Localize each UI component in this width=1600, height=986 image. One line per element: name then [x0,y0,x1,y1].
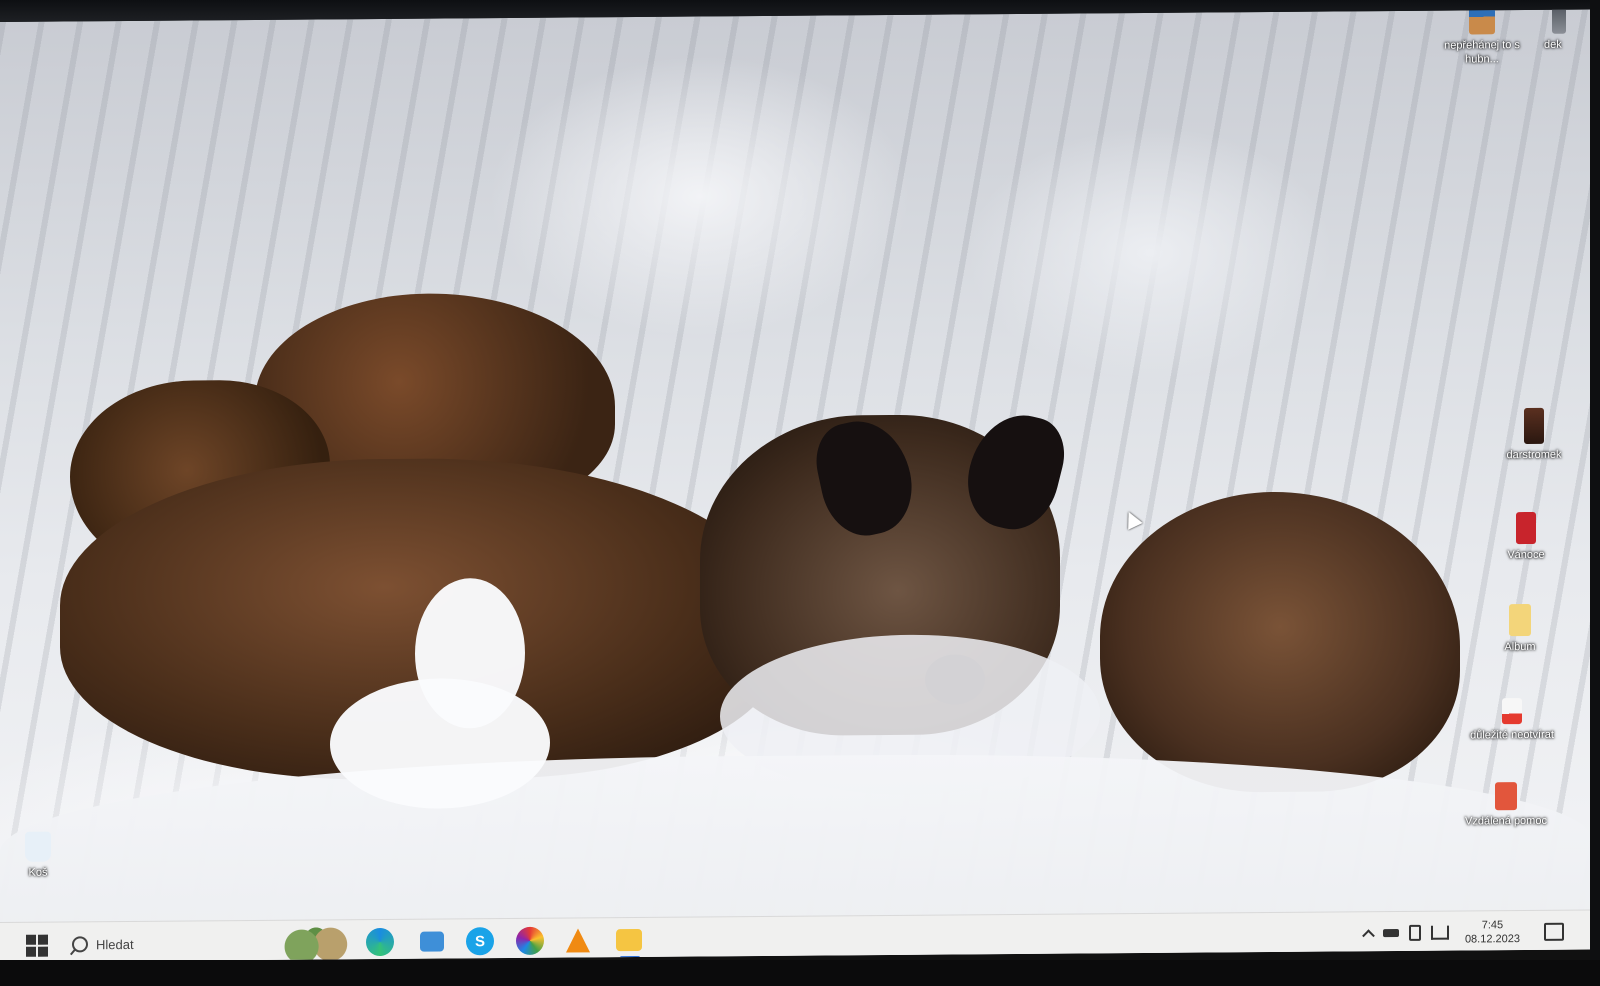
desktop-icon-dek[interactable]: dek [1530,9,1592,51]
taskbar-app-file-explorer[interactable] [616,928,642,952]
taskbar-app-files[interactable] [420,931,444,952]
taskbar-search[interactable]: Hledat [72,929,272,959]
volume-icon[interactable] [1408,924,1421,941]
desktop-icon-recycle-bin[interactable]: Koš [0,831,84,880]
notification-center-icon[interactable] [1544,922,1564,941]
desktop-icon-label: Koš [28,866,48,879]
search-highlight-widget[interactable] [280,922,352,962]
image-file-icon [1552,9,1566,34]
network-icon[interactable] [1430,925,1449,940]
desktop-icon-label: Vzdálená pomoc [1465,814,1547,828]
search-icon [72,936,88,953]
taskbar-app-vlc[interactable] [566,928,590,953]
book-file-icon [1524,407,1544,445]
desktop-icon-label: dek [1544,38,1562,51]
recycle-bin-icon [25,831,51,862]
taskbar-clock[interactable]: 7:45 08.12.2023 [1465,918,1520,946]
show-hidden-icons-chevron-icon[interactable] [1362,929,1375,943]
desktop-icon-label: Album [1504,640,1536,654]
folder-icon [1509,603,1531,637]
search-placeholder: Hledat [96,936,134,952]
taskbar-app-skype[interactable]: S [466,927,494,956]
remote-help-icon [1495,782,1517,811]
desktop-icon-dulezite-neotvirat[interactable]: důležité neotvírat [1466,698,1558,743]
pdf-file-icon [1502,698,1522,725]
taskbar-app-edge[interactable] [366,927,394,957]
desktop-icon-darstromek[interactable]: darstromek [1488,407,1580,463]
battery-icon[interactable] [1382,929,1399,938]
start-button[interactable] [26,934,48,957]
image-file-icon [1469,9,1495,35]
desktop-icon-label: Vánoce [1507,548,1545,562]
windows-logo-icon [26,934,36,945]
taskbar-app-picasa[interactable] [516,926,544,955]
desktop-screen: nepřehánej to s hubn... dek darstromek V… [0,9,1592,962]
desktop-icon-album[interactable]: Album [1474,603,1566,655]
red-file-icon [1516,511,1536,545]
system-tray: 7:45 08.12.2023 [1362,910,1592,954]
monitor-bezel-right [1590,0,1600,986]
desktop-icon-nepreháněj[interactable]: nepřehánej to s hubn... [1436,9,1528,66]
wallpaper-snow [415,577,525,729]
desktop-icon-vanoce[interactable]: Vánoce [1480,511,1572,563]
desktop-icon-vzdalena-pomoc[interactable]: Vzdálená pomoc [1460,782,1552,829]
desktop-icon-label: darstromek [1506,448,1562,462]
monitor-bezel-bottom [0,960,1600,986]
desktop-icon-label: nepřehánej to s hubn... [1444,39,1520,66]
clock-time: 7:45 [1481,919,1504,932]
desktop-icon-label: důležité neotvírat [1470,728,1554,742]
clock-date: 08.12.2023 [1464,933,1520,946]
